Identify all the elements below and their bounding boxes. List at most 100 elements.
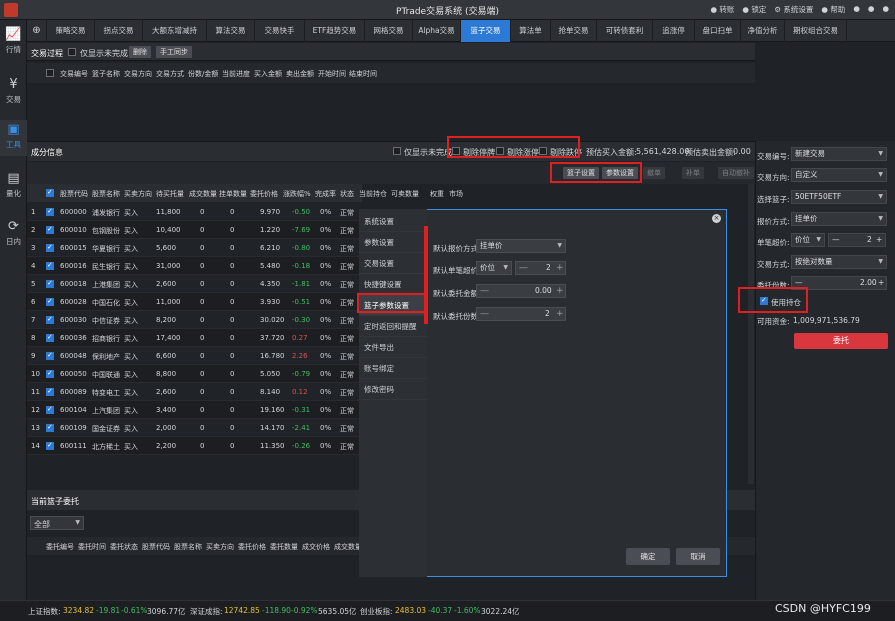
- table-row[interactable]: 11 600089 特变电工买入 2,600 0 0 8.140 0.12 0% 正常: [27, 383, 362, 401]
- table-row[interactable]: 10 600050 中国联通买入 8,800 0 0 5.050 -0.79 0% 正常: [27, 365, 362, 383]
- row-checkbox[interactable]: [46, 351, 54, 360]
- menu-trade-settings[interactable]: 交易设置: [359, 253, 427, 274]
- tab-alpha[interactable]: Alpha交易: [413, 20, 461, 42]
- entrust-button[interactable]: 委托: [794, 333, 888, 349]
- table-row[interactable]: 12 600104 上汽集团买入 3,400 0 0 19.160 -0.31 0% 正常: [27, 401, 362, 419]
- use-position-checkbox[interactable]: [760, 296, 768, 305]
- menu-system-settings[interactable]: 系统设置: [359, 211, 427, 232]
- table-row[interactable]: 2 600010 包钢股份买入 10,400 0 0 1.220 -7.69 0% 正常: [27, 221, 362, 239]
- rp-tick-unit-select[interactable]: 价位 ▼: [791, 233, 825, 247]
- tab-etf-trend[interactable]: ETF趋势交易: [305, 20, 365, 42]
- tab-turning-point[interactable]: 拐点交易: [95, 20, 143, 42]
- tab-cb-arbitrage[interactable]: 可转债套利: [597, 20, 653, 42]
- plus-icon[interactable]: +: [878, 277, 884, 289]
- sidebar-item-intraday[interactable]: ⟳ 日内: [0, 220, 27, 252]
- manual-sync-button[interactable]: 手工同步: [156, 46, 192, 58]
- cancel-button[interactable]: 取消: [676, 548, 720, 565]
- lock-button[interactable]: ● 锁定: [742, 4, 766, 15]
- remove-suspended-checkbox[interactable]: [452, 147, 460, 155]
- sidebar-item-quotes[interactable]: 📈 行情: [0, 28, 27, 60]
- row-checkbox[interactable]: [46, 369, 54, 378]
- table-row[interactable]: 5 600018 上港集团买入 2,600 0 0 4.350 -1.81 0% 正常: [27, 275, 362, 293]
- tab-algo-trade[interactable]: 算法交易: [207, 20, 255, 42]
- replenish-order-button[interactable]: 补单: [682, 167, 704, 179]
- help-button[interactable]: ● 帮助: [821, 4, 845, 15]
- close-icon[interactable]: ×: [712, 214, 721, 223]
- table-row[interactable]: 14 600111 北方稀土买入 2,200 0 0 11.350 -0.26 0% 正常: [27, 437, 362, 455]
- table-row[interactable]: 8 600036 招商银行买入 17,400 0 0 37.720 0.27 0% 正常: [27, 329, 362, 347]
- select-all-process-checkbox[interactable]: [46, 69, 54, 77]
- tab-nav-analysis[interactable]: 净值分析: [741, 20, 785, 42]
- maximize-button[interactable]: ●: [868, 4, 875, 15]
- menu-param-settings[interactable]: 参数设置: [359, 232, 427, 253]
- row-checkbox[interactable]: [46, 333, 54, 342]
- rp-basket-select[interactable]: 50ETF50ETF ▼: [791, 190, 887, 204]
- auto-cancel-replenish-button[interactable]: 自动撤补: [718, 167, 754, 179]
- menu-hotkey-settings[interactable]: 快捷键设置: [359, 274, 427, 295]
- row-checkbox[interactable]: [46, 387, 54, 396]
- table-row[interactable]: 7 600030 中信证券买入 8,200 0 0 30.020 -0.30 0% 正常: [27, 311, 362, 329]
- menu-timed-reminder[interactable]: 定时返回和提醒: [359, 316, 427, 337]
- tab-book-sweep[interactable]: 盘口扫单: [695, 20, 741, 42]
- row-checkbox[interactable]: [46, 423, 54, 432]
- plus-icon[interactable]: +: [556, 308, 564, 320]
- row-checkbox[interactable]: [46, 441, 54, 450]
- remove-limit-down-checkbox[interactable]: [539, 147, 547, 155]
- rp-units-stepper[interactable]: — 2.00 +: [791, 276, 887, 290]
- menu-account-binding[interactable]: 账号绑定: [359, 358, 427, 379]
- tab-algo-order[interactable]: 算法单: [511, 20, 551, 42]
- rp-price-mode-select[interactable]: 挂单价 ▼: [791, 212, 887, 226]
- minus-icon[interactable]: —: [832, 234, 840, 246]
- tab-block-reduction[interactable]: 大额东增减持: [143, 20, 207, 42]
- minus-icon[interactable]: —: [480, 308, 489, 320]
- close-button[interactable]: ●: [882, 4, 889, 15]
- menu-file-export[interactable]: 文件导出: [359, 337, 427, 358]
- param-settings-button[interactable]: 参数设置: [602, 167, 638, 179]
- components-scrollbar[interactable]: [748, 184, 754, 484]
- row-checkbox[interactable]: [46, 207, 54, 216]
- tab-grab-order[interactable]: 抢单交易: [551, 20, 597, 42]
- table-row[interactable]: 13 600109 国金证券买入 2,000 0 0 14.170 -2.41 0% 正常: [27, 419, 362, 437]
- default-tick-unit-select[interactable]: 价位 ▼: [476, 261, 512, 275]
- row-checkbox[interactable]: [46, 261, 54, 270]
- plus-icon[interactable]: +: [876, 234, 882, 246]
- minus-icon[interactable]: —: [519, 262, 528, 274]
- only-unfinished-checkbox[interactable]: [68, 48, 76, 56]
- minus-icon[interactable]: —: [795, 277, 803, 289]
- default-units-stepper[interactable]: — 2 +: [476, 307, 566, 321]
- row-checkbox[interactable]: [46, 315, 54, 324]
- minimize-button[interactable]: ●: [853, 4, 860, 15]
- basket-settings-button[interactable]: 篮子设置: [563, 167, 599, 179]
- tab-option-combo[interactable]: 期权组合交易: [785, 20, 847, 42]
- select-all-components-checkbox[interactable]: [46, 188, 54, 197]
- tab-limit-chase[interactable]: 追涨停: [653, 20, 695, 42]
- rp-trade-mode-select[interactable]: 按绝对数量 ▼: [791, 255, 887, 269]
- transfer-button[interactable]: ● 转账: [710, 4, 734, 15]
- sidebar-item-quant[interactable]: ▤ 量化: [0, 172, 27, 204]
- tab-basket[interactable]: 篮子交易: [461, 20, 511, 42]
- table-row[interactable]: 9 600048 保利地产买入 6,600 0 0 16.780 2.26 0% 正常: [27, 347, 362, 365]
- minus-icon[interactable]: —: [480, 285, 489, 297]
- table-row[interactable]: 1 600000 浦发银行买入 11,800 0 0 9.970 -0.50 0% 正常: [27, 203, 362, 221]
- ok-button[interactable]: 确定: [626, 548, 670, 565]
- system-settings-button[interactable]: ⚙ 系统设置: [774, 4, 813, 15]
- table-row[interactable]: 3 600015 华夏银行买入 5,600 0 0 6.210 -0.80 0% 正常: [27, 239, 362, 257]
- table-row[interactable]: 6 600028 中国石化买入 11,000 0 0 3.930 -0.51 0% 正常: [27, 293, 362, 311]
- row-checkbox[interactable]: [46, 225, 54, 234]
- table-row[interactable]: 4 600016 民生银行买入 31,000 0 0 5.480 -0.18 0% 正常: [27, 257, 362, 275]
- default-price-mode-select[interactable]: 挂单价 ▼: [476, 239, 566, 253]
- plus-icon[interactable]: +: [556, 262, 564, 274]
- delete-button[interactable]: 删除: [129, 46, 151, 58]
- remove-limit-up-checkbox[interactable]: [496, 147, 504, 155]
- plus-icon[interactable]: +: [556, 285, 564, 297]
- row-checkbox[interactable]: [46, 297, 54, 306]
- default-amount-stepper[interactable]: — 0.00 +: [476, 284, 566, 298]
- row-checkbox[interactable]: [46, 243, 54, 252]
- tab-fast-trade[interactable]: 交易快手: [255, 20, 305, 42]
- tab-grid[interactable]: 网格交易: [365, 20, 413, 42]
- menu-change-password[interactable]: 修改密码: [359, 379, 427, 400]
- rp-dir-select[interactable]: 自定义 ▼: [791, 168, 887, 182]
- row-checkbox[interactable]: [46, 279, 54, 288]
- tab-strategy[interactable]: 策略交易: [47, 20, 95, 42]
- cancel-order-button[interactable]: 撤单: [643, 167, 665, 179]
